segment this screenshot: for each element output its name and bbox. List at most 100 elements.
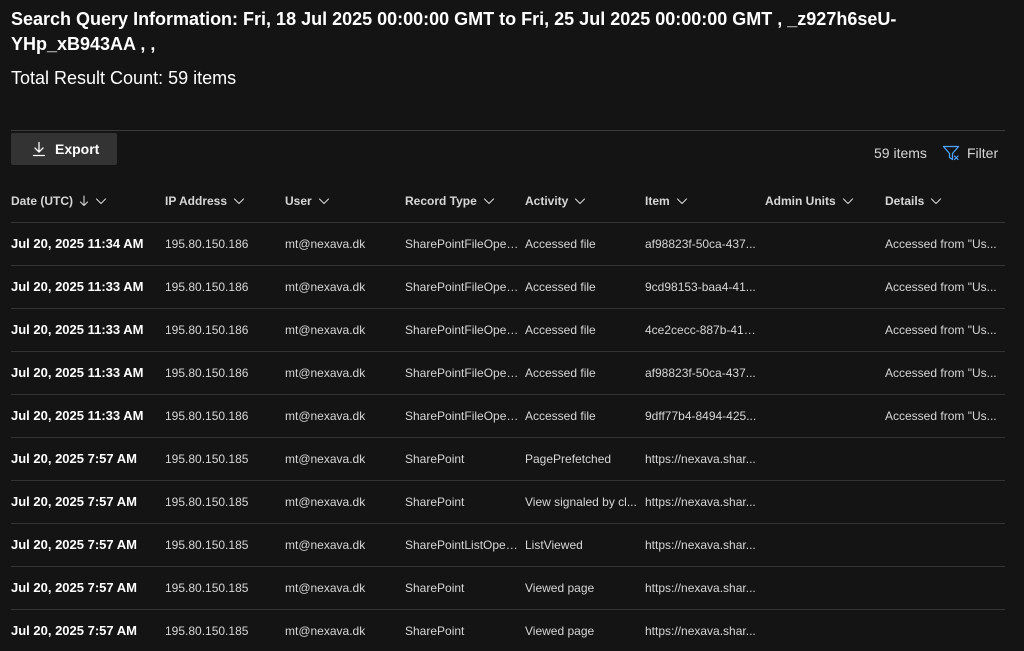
table-row[interactable]: Jul 20, 2025 11:33 AM 195.80.150.186 mt@… — [11, 308, 1005, 351]
export-button-label: Export — [55, 141, 100, 157]
cell-user: mt@nexava.dk — [285, 409, 366, 423]
cell-admin-units — [765, 223, 879, 265]
cell-admin-units — [765, 352, 879, 394]
column-header-activity[interactable]: Activity — [525, 186, 586, 216]
cell-record-type: SharePointFileOper... — [405, 280, 519, 294]
chevron-down-icon — [676, 195, 688, 207]
cell-activity: Accessed file — [525, 323, 596, 337]
cell-details — [885, 524, 999, 566]
cell-record-type: SharePoint — [405, 495, 465, 509]
cell-date: Jul 20, 2025 7:57 AM — [11, 451, 137, 466]
column-header-details[interactable]: Details — [885, 186, 942, 216]
table-row[interactable]: Jul 20, 2025 7:57 AM 195.80.150.185 mt@n… — [11, 480, 1005, 523]
cell-ip-address: 195.80.150.186 — [165, 323, 249, 337]
cell-details: Accessed from "Us... — [885, 280, 997, 294]
table-row[interactable]: Jul 20, 2025 11:33 AM 195.80.150.186 mt@… — [11, 351, 1005, 394]
filter-button[interactable]: Filter — [942, 143, 998, 163]
column-header-item[interactable]: Item — [645, 186, 688, 216]
cell-admin-units — [765, 309, 879, 351]
cell-activity: ListViewed — [525, 538, 583, 552]
column-header-user[interactable]: User — [285, 186, 330, 216]
column-header-date[interactable]: Date (UTC) — [11, 186, 107, 216]
table-row[interactable]: Jul 20, 2025 7:57 AM 195.80.150.185 mt@n… — [11, 566, 1005, 609]
cell-record-type: SharePoint — [405, 624, 465, 638]
cell-activity: Accessed file — [525, 409, 596, 423]
cell-date: Jul 20, 2025 11:33 AM — [11, 322, 144, 337]
total-result-count: Total Result Count: 59 items — [11, 68, 237, 88]
cell-ip-address: 195.80.150.186 — [165, 237, 249, 251]
cell-record-type: SharePointFileOper... — [405, 237, 519, 251]
cell-details: Accessed from "Us... — [885, 323, 997, 337]
column-header-ip-address[interactable]: IP Address — [165, 186, 245, 216]
cell-admin-units — [765, 395, 879, 437]
cell-record-type: SharePoint — [405, 452, 465, 466]
cell-item: https://nexava.shar... — [645, 624, 756, 638]
table-row[interactable]: Jul 20, 2025 11:34 AM 195.80.150.186 mt@… — [11, 222, 1005, 265]
cell-activity: Accessed file — [525, 366, 596, 380]
table-row[interactable]: Jul 20, 2025 7:57 AM 195.80.150.185 mt@n… — [11, 523, 1005, 566]
table-row[interactable]: Jul 20, 2025 7:57 AM 195.80.150.185 mt@n… — [11, 609, 1005, 651]
chevron-down-icon — [483, 195, 495, 207]
table-header: Date (UTC) IP Address User Record Type A… — [0, 186, 1024, 216]
column-header-record-type[interactable]: Record Type — [405, 186, 495, 216]
cell-date: Jul 20, 2025 7:57 AM — [11, 580, 137, 595]
cell-details — [885, 438, 999, 480]
cell-activity: PagePrefetched — [525, 452, 612, 466]
cell-record-type: SharePoint — [405, 581, 465, 595]
cell-activity: Viewed page — [525, 624, 595, 638]
cell-date: Jul 20, 2025 11:33 AM — [11, 408, 144, 423]
cell-date: Jul 20, 2025 7:57 AM — [11, 494, 137, 509]
cell-record-type: SharePointListOper... — [405, 538, 519, 552]
cell-item: af98823f-50ca-437... — [645, 237, 756, 251]
cell-record-type: SharePointFileOper... — [405, 323, 519, 337]
cell-ip-address: 195.80.150.186 — [165, 280, 249, 294]
chevron-down-icon — [318, 195, 330, 207]
cell-ip-address: 195.80.150.186 — [165, 409, 249, 423]
cell-details: Accessed from "Us... — [885, 366, 997, 380]
column-header-admin-units[interactable]: Admin Units — [765, 186, 854, 216]
cell-date: Jul 20, 2025 7:57 AM — [11, 537, 137, 552]
cell-ip-address: 195.80.150.186 — [165, 366, 249, 380]
cell-details — [885, 481, 999, 523]
cell-activity: View signaled by cl... — [525, 495, 637, 509]
cell-user: mt@nexava.dk — [285, 323, 366, 337]
cell-details — [885, 567, 999, 609]
audit-search-results-page: Search Query Information: Fri, 18 Jul 20… — [0, 0, 1024, 651]
table-row[interactable]: Jul 20, 2025 11:33 AM 195.80.150.186 mt@… — [11, 394, 1005, 437]
cell-item: af98823f-50ca-437... — [645, 366, 756, 380]
chevron-down-icon — [574, 195, 586, 207]
cell-user: mt@nexava.dk — [285, 581, 366, 595]
cell-user: mt@nexava.dk — [285, 366, 366, 380]
cell-admin-units — [765, 266, 879, 308]
page-title: Search Query Information: Fri, 18 Jul 20… — [11, 9, 897, 54]
cell-user: mt@nexava.dk — [285, 624, 366, 638]
cell-admin-units — [765, 567, 879, 609]
cell-activity: Viewed page — [525, 581, 595, 595]
cell-item: 9dff77b4-8494-425... — [645, 409, 757, 423]
filter-button-label: Filter — [967, 145, 999, 161]
export-button[interactable]: Export — [11, 133, 117, 165]
filter-icon — [942, 144, 960, 162]
arrow-down-icon — [79, 195, 89, 207]
table-row[interactable]: Jul 20, 2025 11:33 AM 195.80.150.186 mt@… — [11, 265, 1005, 308]
chevron-down-icon — [930, 195, 942, 207]
cell-item: https://nexava.shar... — [645, 452, 756, 466]
cell-admin-units — [765, 610, 879, 651]
cell-date: Jul 20, 2025 11:34 AM — [11, 236, 144, 251]
cell-admin-units — [765, 481, 879, 523]
chevron-down-icon — [233, 195, 245, 207]
cell-record-type: SharePointFileOper... — [405, 409, 519, 423]
table-row[interactable]: Jul 20, 2025 7:57 AM 195.80.150.185 mt@n… — [11, 437, 1005, 480]
cell-item: 4ce2cecc-887b-414... — [645, 323, 759, 337]
cell-item: 9cd98153-baa4-41... — [645, 280, 756, 294]
cell-item: https://nexava.shar... — [645, 581, 756, 595]
cell-record-type: SharePointFileOper... — [405, 366, 519, 380]
items-count: 59 items — [874, 145, 927, 161]
chevron-down-icon — [95, 195, 107, 207]
cell-details: Accessed from "Us... — [885, 409, 997, 423]
cell-details — [885, 610, 999, 651]
cell-date: Jul 20, 2025 11:33 AM — [11, 279, 144, 294]
header-divider — [11, 130, 1005, 131]
cell-ip-address: 195.80.150.185 — [165, 581, 249, 595]
cell-ip-address: 195.80.150.185 — [165, 538, 249, 552]
